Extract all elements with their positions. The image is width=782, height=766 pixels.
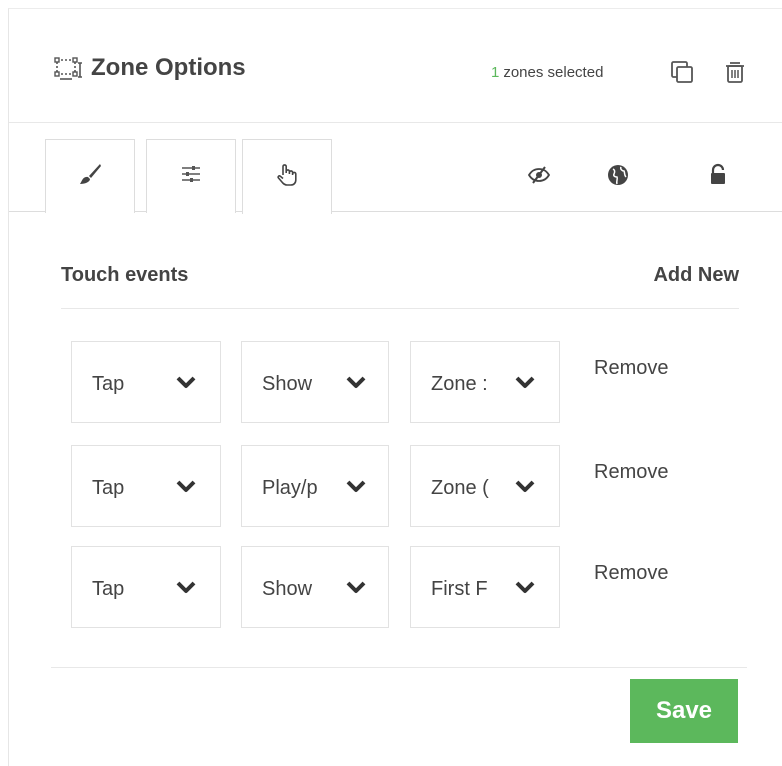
save-button[interactable]: Save xyxy=(630,679,738,743)
chevron-down-icon xyxy=(515,478,535,494)
touch-events-title: Touch events xyxy=(61,264,189,286)
touch-event-row: Tap Show Zone : Remove xyxy=(71,341,751,423)
tab-bar xyxy=(9,123,782,214)
panel-header: Zone Options 1 zones selected xyxy=(9,9,782,123)
tab-settings[interactable] xyxy=(146,139,236,213)
globe-icon[interactable] xyxy=(606,163,630,187)
eye-slash-icon[interactable] xyxy=(527,163,551,187)
target-select[interactable]: First F xyxy=(410,546,560,628)
unlock-icon[interactable] xyxy=(706,163,730,187)
trigger-value: Tap xyxy=(92,477,125,499)
selected-count-number: 1 xyxy=(491,64,500,81)
trigger-value: Tap xyxy=(92,373,125,395)
touch-event-row: Tap Play/p Zone ( Remove xyxy=(71,445,751,527)
action-select[interactable]: Play/p xyxy=(241,445,389,527)
chevron-down-icon xyxy=(346,579,366,595)
trigger-select[interactable]: Tap xyxy=(71,341,221,423)
remove-button[interactable]: Remove xyxy=(594,461,668,484)
touch-events-header: Touch events Add New xyxy=(61,259,739,309)
target-value: Zone : xyxy=(431,373,488,395)
chevron-down-icon xyxy=(515,374,535,390)
action-value: Play/p xyxy=(262,477,318,499)
action-value: Show xyxy=(262,373,313,395)
chevron-down-icon xyxy=(176,374,196,390)
target-value: Zone ( xyxy=(431,477,489,499)
paintbrush-icon xyxy=(77,161,103,192)
chevron-down-icon xyxy=(346,478,366,494)
add-new-button[interactable]: Add New xyxy=(653,264,739,287)
footer-divider xyxy=(51,667,747,668)
zone-select-icon xyxy=(54,57,84,81)
target-select[interactable]: Zone : xyxy=(410,341,560,423)
target-value: First F xyxy=(431,578,488,600)
zone-options-panel: Zone Options 1 zones selected Touch even… xyxy=(8,8,782,766)
touch-event-row: Tap Show First F Remove xyxy=(71,546,751,628)
remove-button[interactable]: Remove xyxy=(594,357,668,380)
selected-count-label: zones selected xyxy=(503,64,604,81)
trigger-select[interactable]: Tap xyxy=(71,546,221,628)
panel-title: Zone Options xyxy=(91,54,246,81)
action-value: Show xyxy=(262,578,313,600)
chevron-down-icon xyxy=(346,374,366,390)
tab-style[interactable] xyxy=(45,139,135,213)
remove-button[interactable]: Remove xyxy=(594,562,668,585)
action-select[interactable]: Show xyxy=(241,546,389,628)
target-select[interactable]: Zone ( xyxy=(410,445,560,527)
selection-count: 1 zones selected xyxy=(491,63,603,83)
copy-icon[interactable] xyxy=(669,59,695,85)
trigger-select[interactable]: Tap xyxy=(71,445,221,527)
chevron-down-icon xyxy=(515,579,535,595)
chevron-down-icon xyxy=(176,478,196,494)
tab-touch-events[interactable] xyxy=(242,139,332,214)
hand-pointer-icon xyxy=(274,162,300,193)
chevron-down-icon xyxy=(176,579,196,595)
trash-icon[interactable] xyxy=(722,59,748,85)
sliders-icon xyxy=(178,161,204,192)
action-select[interactable]: Show xyxy=(241,341,389,423)
trigger-value: Tap xyxy=(92,578,125,600)
